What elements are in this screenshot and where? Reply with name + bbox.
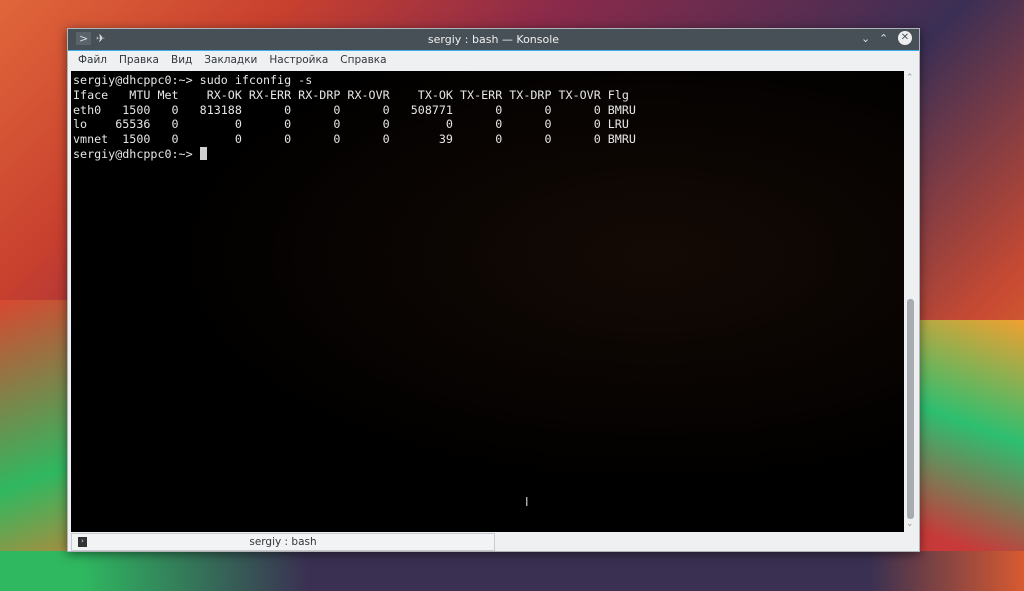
terminal-line: vmnet 1500 0 0 0 0 0 39 0 0 0 BMRU	[73, 132, 636, 147]
scrollbar[interactable]: ⌃ ⌄	[904, 71, 918, 532]
ibeam-cursor-icon: I	[525, 495, 529, 509]
scroll-up-icon[interactable]: ⌃	[906, 73, 914, 83]
menu-file[interactable]: Файл	[72, 54, 113, 66]
menu-edit[interactable]: Правка	[113, 54, 165, 66]
terminal-line: sergiy@dhcppc0:~> sudo ifconfig -s	[73, 73, 313, 87]
scrollbar-thumb[interactable]	[907, 299, 914, 519]
terminal-area[interactable]: sergiy@dhcppc0:~> sudo ifconfig -s Iface…	[71, 71, 904, 532]
close-icon[interactable]: ✕	[898, 31, 912, 45]
konsole-window: > ✈ sergiy : bash — Konsole ⌄ ⌃ ✕ Файл П…	[67, 28, 920, 552]
wallpaper	[0, 551, 1024, 591]
terminal-line: eth0 1500 0 813188 0 0 0 508771 0 0 0 BM…	[73, 102, 636, 117]
terminal-line: lo 65536 0 0 0 0 0 0 0 0 0 LRU	[73, 117, 629, 132]
menu-settings[interactable]: Настройка	[263, 54, 334, 66]
terminal-line: Iface MTU Met RX-OK RX-ERR RX-DRP RX-OVR…	[73, 87, 629, 102]
tab-bash[interactable]: › sergiy : bash	[71, 533, 495, 551]
minimize-icon[interactable]: ⌄	[861, 32, 870, 45]
text-cursor	[199, 146, 207, 160]
prompt: sergiy@dhcppc0:~>	[73, 146, 200, 161]
maximize-icon[interactable]: ⌃	[879, 32, 888, 45]
title-bar[interactable]: > ✈ sergiy : bash — Konsole ⌄ ⌃ ✕	[68, 29, 919, 50]
menu-bar: Файл Правка Вид Закладки Настройка Справ…	[68, 50, 919, 69]
menu-help[interactable]: Справка	[334, 54, 392, 66]
window-title: sergiy : bash — Konsole	[427, 33, 560, 46]
menu-bookmarks[interactable]: Закладки	[198, 54, 263, 66]
menu-view[interactable]: Вид	[165, 54, 198, 66]
scroll-down-icon[interactable]: ⌄	[906, 519, 914, 529]
tab-label: sergiy : bash	[249, 536, 317, 548]
